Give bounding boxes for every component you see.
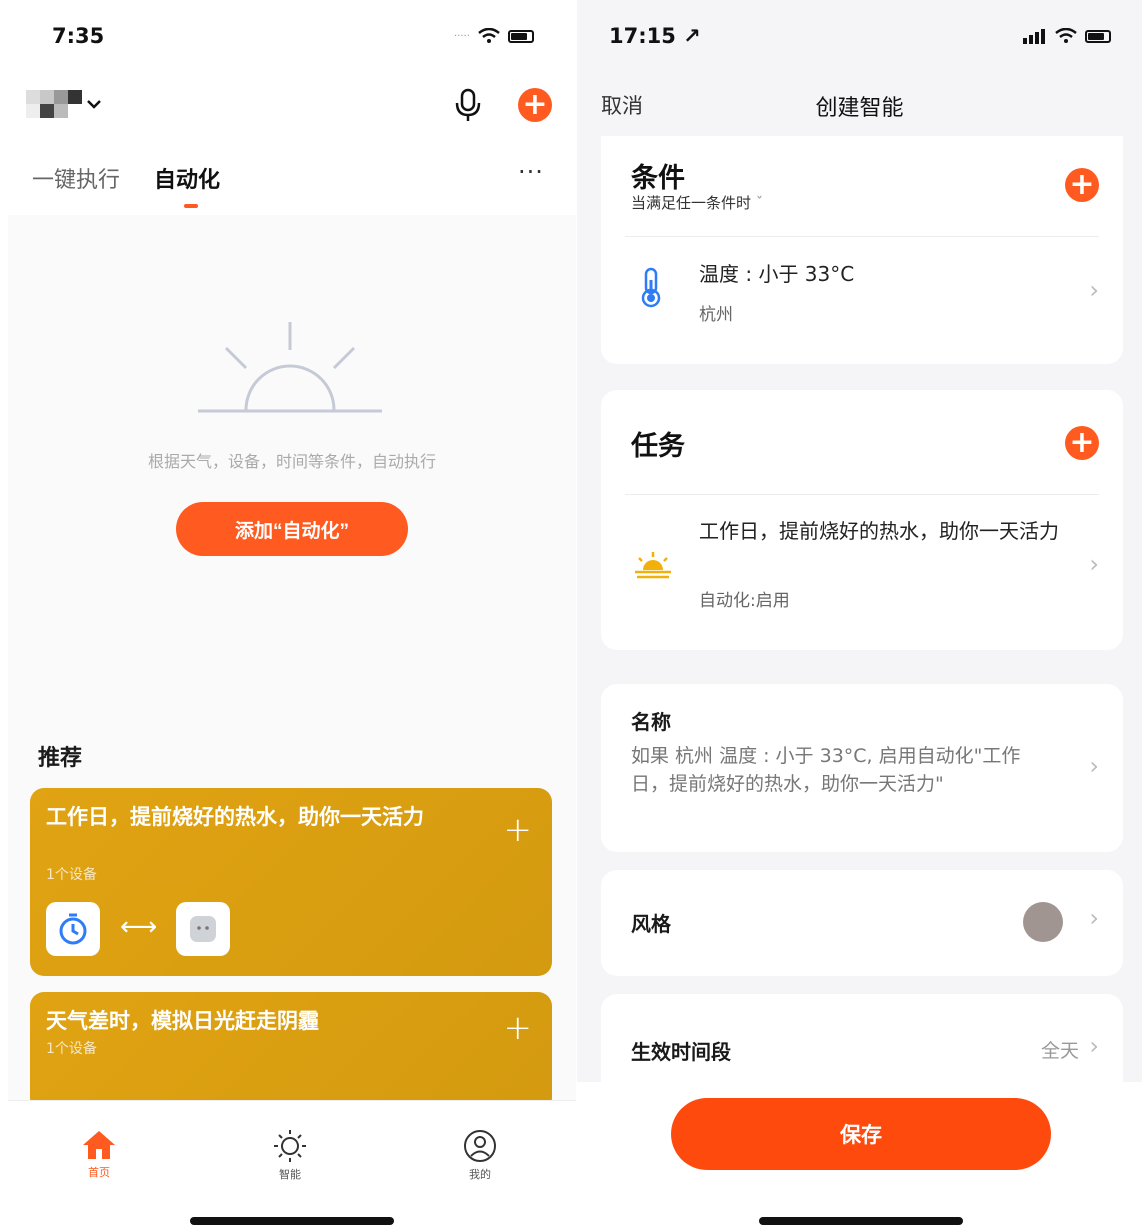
chevron-down-icon: ˇ xyxy=(755,194,764,212)
style-color-swatch xyxy=(1023,902,1063,942)
tabbar-item-smart[interactable]: 智能 xyxy=(245,1129,335,1182)
recommend-card-title: 天气差时，模拟日光赶走阴霾 xyxy=(46,1009,319,1033)
status-time: 17:15 ↗ xyxy=(609,24,701,48)
add-automation-button[interactable]: 添加“自动化” xyxy=(176,502,408,556)
add-recommend-button[interactable]: + xyxy=(504,810,533,850)
more-icon[interactable]: ··· xyxy=(518,158,544,186)
signal-dots-icon: ····· xyxy=(454,30,470,42)
wifi-icon xyxy=(478,28,500,43)
left-screen: 7:35 ····· + 一键执行 自动化 ··· 根据天气，设备，时间等条件，… xyxy=(8,0,576,1225)
tabbar-label: 首页 xyxy=(88,1166,110,1179)
bottom-tab-bar: 首页 智能 我的 xyxy=(8,1100,576,1225)
cellular-signal-icon xyxy=(1023,29,1045,44)
sunrise-illustration-icon xyxy=(198,322,382,413)
status-icons xyxy=(1023,28,1111,44)
timer-icon xyxy=(59,913,87,945)
wifi-icon xyxy=(1055,28,1077,43)
chevron-right-icon: › xyxy=(1089,276,1099,304)
tab-bar-top: 一键执行 自动化 xyxy=(32,162,220,208)
recommend-card[interactable]: 工作日，提前烧好的热水，助你一天活力 1个设备 + ⟷ xyxy=(30,788,552,976)
name-value: 如果 杭州 温度 : 小于 33°C, 启用自动化"工作日，提前烧好的热水，助你… xyxy=(631,745,1021,795)
divider xyxy=(625,494,1099,495)
add-condition-icon[interactable]: + xyxy=(1065,168,1099,202)
condition-mode-select[interactable]: 当满足任一条件时 ˇ xyxy=(631,192,763,213)
home-indicator xyxy=(759,1217,963,1225)
status-icons: ····· xyxy=(454,28,534,44)
recommend-card-title: 工作日，提前烧好的热水，助你一天活力 xyxy=(46,805,424,829)
add-icon[interactable]: + xyxy=(518,88,552,122)
tabbar-label: 智能 xyxy=(279,1168,301,1181)
battery-icon xyxy=(1085,29,1111,43)
period-value: 全天 xyxy=(1040,1040,1079,1062)
page-title: 创建智能 xyxy=(815,96,904,121)
chevron-right-icon: › xyxy=(1089,550,1099,578)
profile-icon xyxy=(464,1130,496,1162)
microphone-icon[interactable] xyxy=(454,88,482,122)
chevron-down-icon xyxy=(87,100,101,109)
condition-item-title: 温度 : 小于 33°C xyxy=(699,262,855,286)
style-card[interactable]: 风格 › xyxy=(601,870,1123,976)
save-button[interactable]: 保存 xyxy=(671,1098,1051,1170)
condition-title: 条件 xyxy=(631,163,685,194)
recommend-title: 推荐 xyxy=(38,746,83,771)
divider xyxy=(625,236,1099,237)
home-indicator xyxy=(190,1217,394,1225)
chevron-right-icon: › xyxy=(1089,752,1099,780)
style-label: 风格 xyxy=(631,912,671,936)
recommend-card-subtitle: 1个设备 xyxy=(46,1041,97,1057)
condition-item-location: 杭州 xyxy=(699,305,733,325)
link-arrow-icon: ⟷ xyxy=(120,912,158,942)
home-selector[interactable] xyxy=(26,90,102,118)
tabbar-item-me[interactable]: 我的 xyxy=(435,1129,525,1182)
battery-icon xyxy=(507,29,534,43)
tab-one-tap[interactable]: 一键执行 xyxy=(32,162,120,194)
cancel-button[interactable]: 取消 xyxy=(601,90,643,120)
task-card: 任务 + 工作日，提前烧好的热水，助你一天活力 自动化:启用 › xyxy=(601,390,1123,650)
chevron-right-icon: › xyxy=(1089,904,1099,932)
period-label: 生效时间段 xyxy=(631,1040,731,1064)
condition-mode-label: 当满足任一条件时 xyxy=(631,194,752,212)
recommend-card[interactable]: 天气差时，模拟日光赶走阴霾 1个设备 + xyxy=(30,992,552,1112)
sunrise-icon xyxy=(635,552,671,579)
add-recommend-button[interactable]: + xyxy=(504,1008,533,1048)
device-tile xyxy=(176,902,230,956)
name-card[interactable]: 名称 如果 杭州 温度 : 小于 33°C, 启用自动化"工作日，提前烧好的热水… xyxy=(601,684,1123,852)
tabbar-item-home[interactable]: 首页 xyxy=(54,1129,144,1180)
task-item-status: 自动化:启用 xyxy=(699,591,790,611)
status-time: 7:35 xyxy=(52,24,105,48)
tabbar-label: 我的 xyxy=(469,1168,491,1181)
right-screen: 17:15 ↗ 创建智能 取消 条件 当满足任一条件时 ˇ + 温度 : 小于 … xyxy=(577,0,1142,1225)
chevron-right-icon: › xyxy=(1089,1032,1099,1060)
home-icon xyxy=(83,1131,115,1159)
home-name-redacted xyxy=(26,90,82,118)
name-label: 名称 xyxy=(631,710,671,734)
sun-icon xyxy=(274,1130,306,1162)
condition-card: 条件 当满足任一条件时 ˇ + 温度 : 小于 33°C 杭州 › xyxy=(601,136,1123,364)
recommend-card-subtitle: 1个设备 xyxy=(46,867,97,883)
thermometer-icon xyxy=(641,267,661,308)
tab-automation[interactable]: 自动化 xyxy=(154,162,220,208)
add-task-icon[interactable]: + xyxy=(1065,426,1099,460)
timer-tile xyxy=(46,902,100,956)
task-title: 任务 xyxy=(631,431,685,462)
socket-device-icon xyxy=(190,916,216,942)
empty-state-text: 根据天气，设备，时间等条件，自动执行 xyxy=(147,452,436,471)
task-item-title: 工作日，提前烧好的热水，助你一天活力 xyxy=(699,519,1059,543)
